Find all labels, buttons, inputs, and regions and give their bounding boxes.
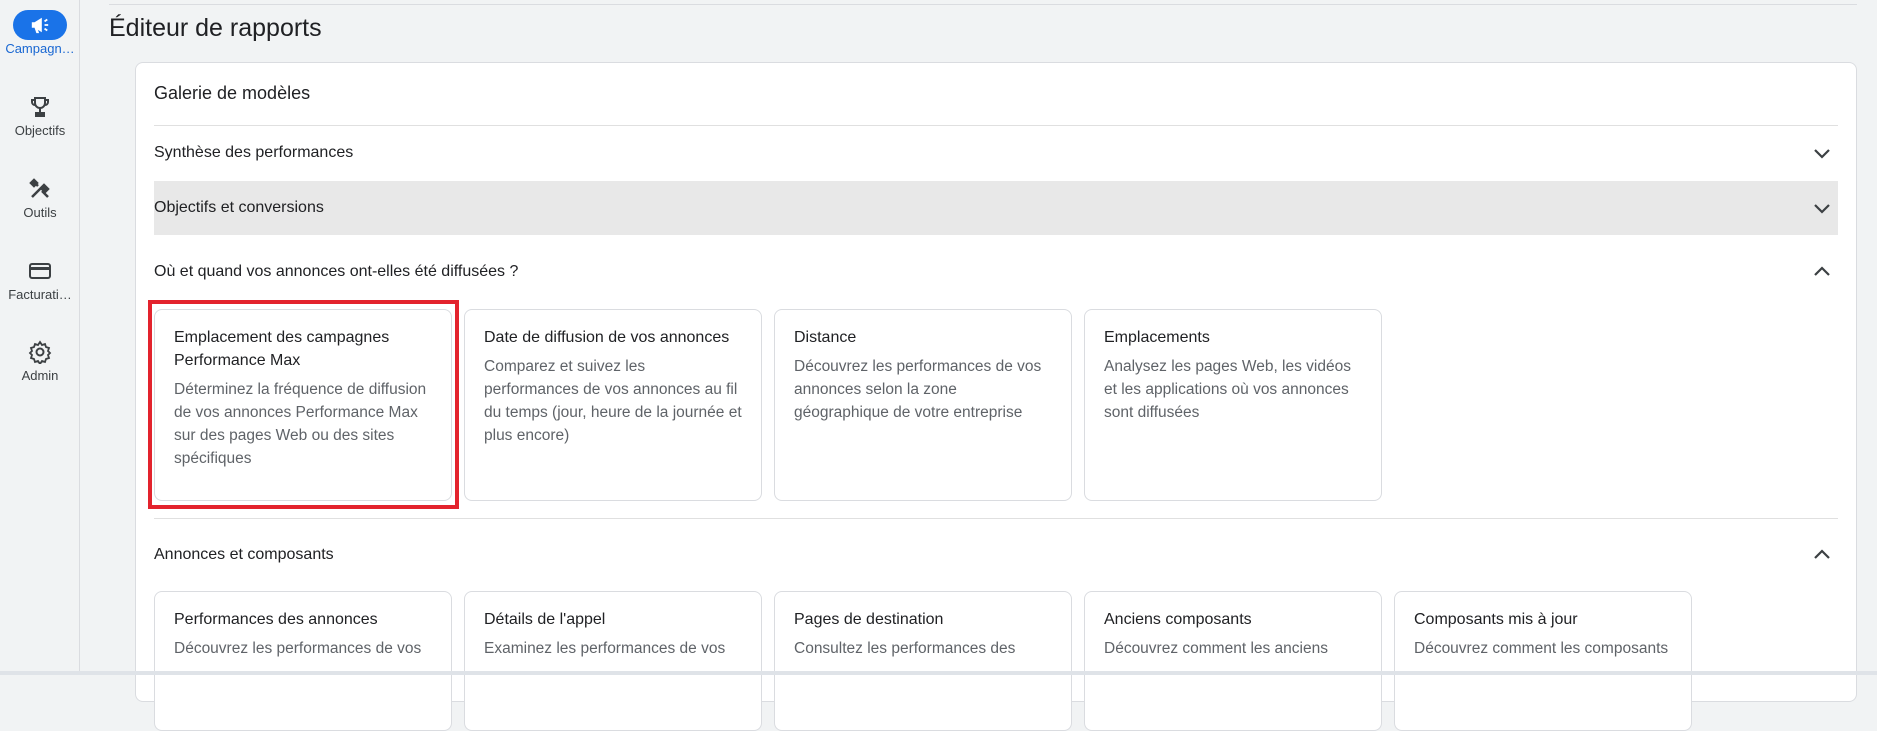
chevron-down-icon [1814, 204, 1830, 214]
template-card-placements[interactable]: Emplacements Analysez les pages Web, les… [1084, 309, 1382, 501]
card-title: Distance [794, 329, 857, 346]
card-title: Performances des annonces [174, 611, 378, 628]
gear-icon [0, 339, 80, 365]
card-title: Composants mis à jour [1414, 611, 1578, 628]
nav-item-objectives[interactable]: Objectifs [0, 94, 80, 138]
card-title: Date de diffusion de vos annonces [484, 329, 730, 346]
template-card-ad-schedule[interactable]: Date de diffusion de vos annonces Compar… [464, 309, 762, 501]
template-card-distance[interactable]: Distance Découvrez les performances de v… [774, 309, 1072, 501]
chevron-up-icon [1814, 549, 1830, 559]
chevron-up-icon [1814, 266, 1830, 276]
divider [154, 518, 1838, 519]
section-title: Où et quand vos annonces ont-elles été d… [154, 263, 519, 280]
card-description: Découvrez comment les composants [1414, 640, 1669, 657]
section-goals-conversions[interactable]: Objectifs et conversions [154, 181, 1838, 235]
template-card-old-assets[interactable]: Anciens composants Découvrez comment les… [1084, 591, 1382, 731]
section-title: Objectifs et conversions [154, 199, 324, 216]
nav-label-billing: Facturati… [8, 287, 72, 302]
nav-item-billing[interactable]: Facturati… [0, 258, 80, 302]
nav-item-admin[interactable]: Admin [0, 339, 80, 383]
template-card-updated-assets[interactable]: Composants mis à jour Découvrez comment … [1394, 591, 1692, 731]
gallery-title: Galerie de modèles [154, 83, 311, 103]
card-description: Examinez les performances de vos [484, 640, 726, 657]
card-description: Découvrez comment les anciens [1104, 640, 1328, 657]
nav-item-campaigns[interactable]: Campagn… [0, 10, 80, 56]
template-card-landing-pages[interactable]: Pages de destination Consultez les perfo… [774, 591, 1072, 731]
trophy-icon [0, 94, 80, 120]
card-title: Pages de destination [794, 611, 944, 628]
card-title: Détails de l'appel [484, 611, 606, 628]
selection-highlight [148, 300, 459, 509]
tools-icon [0, 176, 80, 202]
card-title: Emplacements [1104, 329, 1210, 346]
card-description: Consultez les performances des [794, 640, 1016, 657]
card-description: Analysez les pages Web, les vidéos et le… [1104, 358, 1351, 421]
nav-item-tools[interactable]: Outils [0, 176, 80, 220]
nav-label-tools: Outils [23, 205, 57, 220]
chevron-down-icon [1814, 149, 1830, 159]
template-card-ad-performance[interactable]: Performances des annonces Découvrez les … [154, 591, 452, 731]
main-content: Éditeur de rapports Galerie de modèles S… [81, 0, 1877, 731]
left-navigation: Campagn… Objectifs Outils Facturati… Adm… [0, 0, 80, 675]
page-title: Éditeur de rapports [109, 14, 322, 42]
nav-label-objectives: Objectifs [14, 123, 66, 138]
card-description: Découvrez les performances de vos [174, 640, 422, 657]
section-title: Annonces et composants [154, 546, 334, 563]
card-description: Découvrez les performances de vos annonc… [794, 358, 1042, 421]
nav-label-campaigns: Campagn… [5, 41, 75, 56]
bottom-edge [0, 671, 1877, 675]
megaphone-icon [13, 10, 67, 40]
template-card-call-details[interactable]: Détails de l'appel Examinez les performa… [464, 591, 762, 731]
nav-label-admin: Admin [21, 368, 59, 383]
credit-card-icon [0, 258, 80, 284]
section-title: Synthèse des performances [154, 144, 354, 161]
section-where-when[interactable]: Où et quand vos annonces ont-elles été d… [154, 245, 1838, 299]
section-ads-assets[interactable]: Annonces et composants [154, 528, 1838, 582]
card-description: Comparez et suivez les performances de v… [484, 358, 742, 444]
section-performance-summary[interactable]: Synthèse des performances [154, 126, 1838, 180]
top-divider [109, 4, 1857, 5]
card-title: Anciens composants [1104, 611, 1252, 628]
template-gallery-panel: Galerie de modèles Synthèse des performa… [135, 62, 1857, 731]
